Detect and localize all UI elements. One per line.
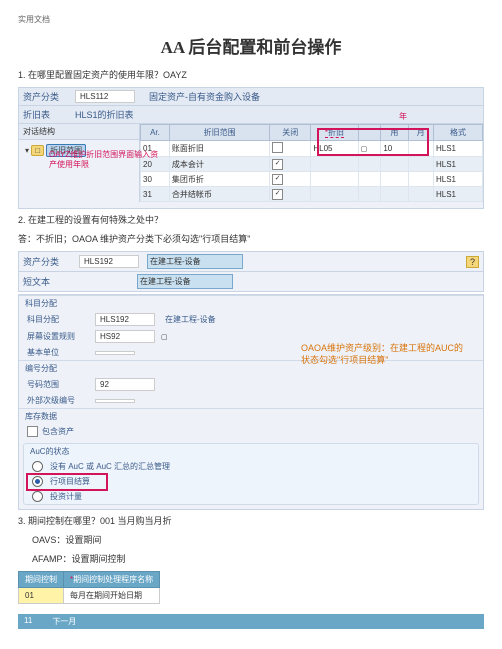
folder-icon: □ [31, 145, 44, 156]
radio-option-1[interactable]: 没有 AuC 或 AuC 汇总的汇总管理 [24, 459, 478, 474]
col-ar: Ar. [141, 125, 170, 141]
sap-panel-1: 资产分类 HLS112 固定资产-自有资金购入设备 折旧表 HLS1的折旧表 对… [18, 87, 484, 209]
checkbox-include[interactable] [27, 426, 38, 437]
input-short-text[interactable]: 在建工程-设备 [137, 274, 233, 289]
tree-header: 对话结构 [19, 124, 139, 140]
cell-period-val[interactable]: 01 [19, 588, 64, 604]
bar-num: 11 [24, 616, 32, 627]
label-asset-class: 资产分类 [23, 90, 71, 103]
label-asset-class-2: 资产分类 [23, 255, 71, 268]
question-3: 3. 期间控制在哪里？001 当月购当月折 [18, 514, 484, 527]
sap-panel-2: 资产分类 HLS192 在建工程-设备 ? 短文本 在建工程-设备 [18, 251, 484, 292]
annotation-year: 年 [399, 112, 407, 122]
value-asset-class: HLS112 [75, 90, 135, 103]
label-dep-area: 折旧表 [23, 108, 71, 121]
sap-panel-3: 科目分配 科目分配HLS192在建工程-设备 屏幕设置规则HS92▢ 基本单位 … [18, 294, 484, 510]
highlight-box [317, 128, 429, 156]
annotation-1: OAYZ维护折旧范围界面输入资产使用年限 [49, 150, 159, 171]
doc-header: 实用文档 [18, 14, 484, 25]
col-period: 期间控制 [19, 572, 64, 588]
col-layout: 格式 [433, 125, 482, 141]
col-off: 关闭 [270, 125, 311, 141]
question-1: 1. 在哪里配置固定资产的使用年限？OAYZ [18, 68, 484, 81]
bar-text: 下一月 [52, 616, 76, 627]
folder-icon: ▾ [25, 146, 29, 155]
help-icon[interactable]: ? [466, 256, 479, 268]
checkbox[interactable]: ✓ [272, 174, 283, 185]
group-inventory: 库存数据 [19, 408, 483, 424]
desc-asset-class: 固定资产-自有资金购入设备 [149, 90, 260, 103]
question-2: 2. 在建工程的设置有何特殊之处中？ [18, 213, 484, 226]
label-short-text: 短文本 [23, 275, 71, 288]
line-afamp: AFAMP：设置期间控制 [32, 552, 484, 565]
period-table: 期间控制*期间控制处理程序名称 01每月在期间开始日期 [18, 571, 160, 604]
col-area: 折旧范围 [169, 125, 269, 141]
page-title: AA 后台配置和前台操作 [18, 33, 484, 58]
input-desc[interactable]: 在建工程-设备 [147, 254, 243, 269]
checkbox[interactable]: ✓ [272, 189, 283, 200]
depreciation-table[interactable]: Ar. 折旧范围 关闭 *折旧 用 月 格式 01账面折旧 HL05▢10HLS… [140, 124, 483, 202]
col-procedure: *期间控制处理程序名称 [64, 572, 160, 588]
cell-procedure-val: 每月在期间开始日期 [64, 588, 160, 604]
radio-option-2[interactable]: 行项目结算 [24, 474, 478, 489]
checkbox[interactable] [272, 142, 283, 153]
group-auc: AuC的状态 [24, 444, 478, 459]
value-dep-area: HLS1的折旧表 [75, 108, 134, 121]
value-asset-class-2: HLS192 [79, 255, 139, 268]
answer-2: 答：不折旧；OAOA 维护资产分类下必须勾选"行项目结算" [18, 232, 484, 245]
checkbox[interactable]: ✓ [272, 159, 283, 170]
group-account: 科目分配 [19, 295, 483, 311]
annotation-2: OAOA维护资产级别：在建工程的AUC的状态勾选"行项目结算" [301, 343, 471, 366]
radio-option-3[interactable]: 投资计量 [24, 489, 478, 504]
line-oavs: OAVS：设置期间 [32, 533, 484, 546]
footer-bar: 11 下一月 [18, 614, 484, 629]
